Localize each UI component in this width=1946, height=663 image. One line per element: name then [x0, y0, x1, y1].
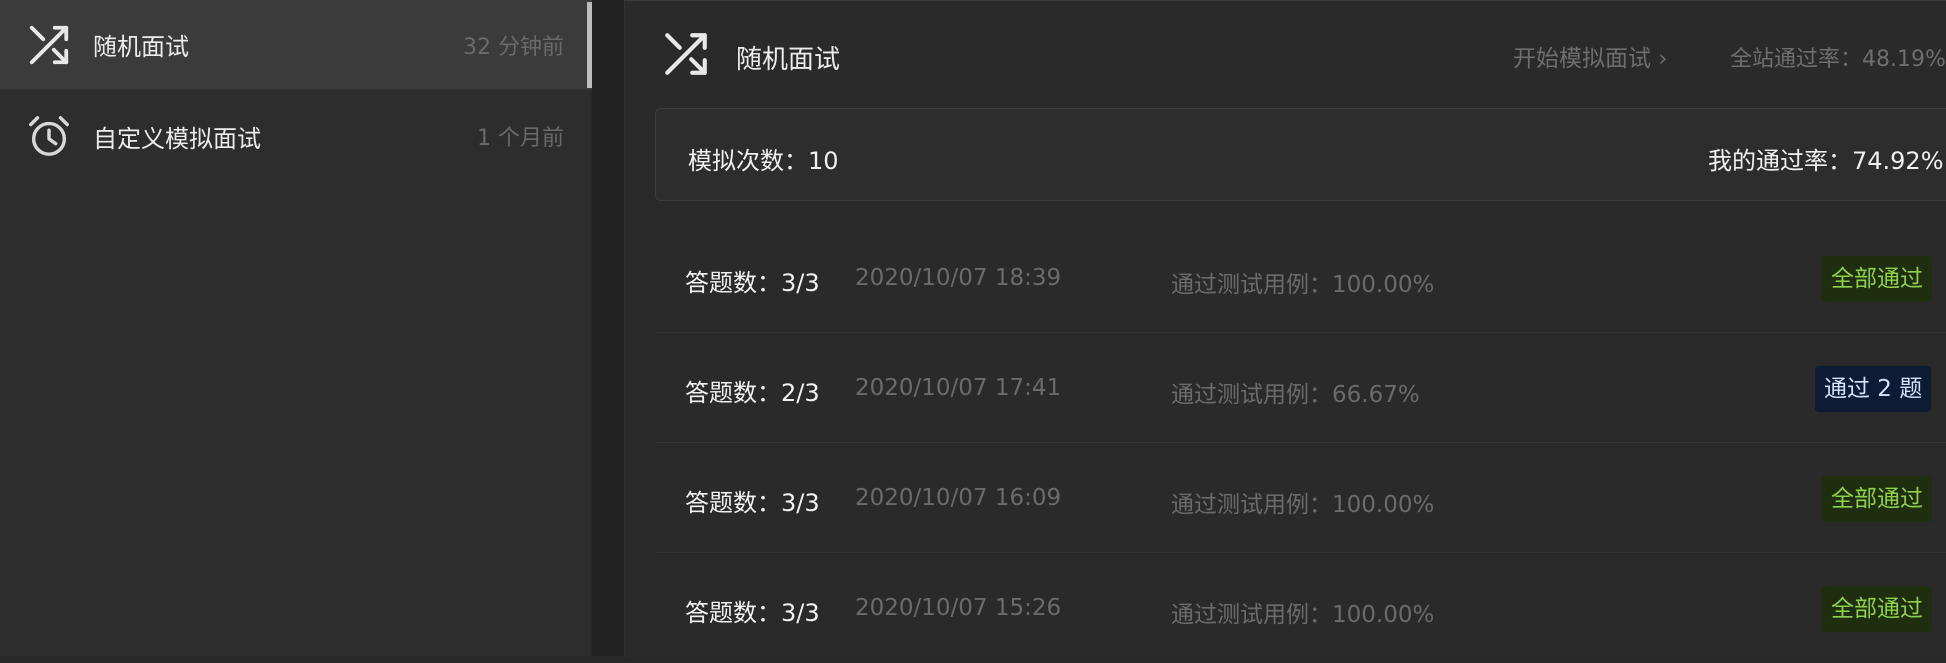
status-badge: 通过 2 题 [1815, 366, 1932, 412]
test-case-pass-rate: 通过测试用例：66.67% [1171, 382, 1420, 408]
shuffle-icon [661, 29, 711, 79]
site-pass-rate: 全站通过率：48.19% [1730, 47, 1946, 72]
panel-divider [592, 0, 624, 656]
sidebar-item-time: 32 分钟前 [463, 34, 564, 60]
main-panel: 随机面试 开始模拟面试 › 全站通过率：48.19% 模拟次数：10 我的通过率… [624, 0, 1946, 657]
test-case-pass-rate: 通过测试用例：100.00% [1171, 272, 1435, 298]
status-badge: 全部通过 [1822, 586, 1932, 632]
record-row[interactable]: 答题数：3/3 2020/10/07 15:26 通过测试用例：100.00% … [655, 553, 1946, 663]
record-row[interactable]: 答题数：3/3 2020/10/07 16:09 通过测试用例：100.00% … [655, 443, 1946, 553]
sidebar-item-label: 随机面试 [93, 33, 189, 61]
sidebar-item-time: 1 个月前 [477, 126, 564, 151]
stats-summary: 模拟次数：10 我的通过率：74.92% [655, 108, 1946, 201]
record-row[interactable]: 答题数：3/3 2020/10/07 18:39 通过测试用例：100.00% … [655, 223, 1946, 333]
start-mock-interview-link[interactable]: 开始模拟面试 › [1513, 39, 1668, 73]
answer-count: 答题数：3/3 [685, 599, 820, 627]
status-badge: 全部通过 [1822, 476, 1932, 522]
sidebar: 随机面试 32 分钟前 自定义模拟面试 1 个月前 [0, 0, 592, 656]
shuffle-icon [26, 22, 72, 68]
mock-count: 模拟次数：10 [688, 147, 839, 175]
record-row[interactable]: 答题数：2/3 2020/10/07 17:41 通过测试用例：66.67% 通… [655, 333, 1946, 443]
record-datetime: 2020/10/07 18:39 [855, 265, 1062, 291]
alarm-clock-icon [26, 113, 72, 159]
record-datetime: 2020/10/07 15:26 [855, 595, 1062, 621]
page-title: 随机面试 [736, 45, 841, 75]
sidebar-item-label: 自定义模拟面试 [93, 124, 261, 153]
record-datetime: 2020/10/07 17:41 [855, 375, 1062, 401]
panel-header: 随机面试 开始模拟面试 › 全站通过率：48.19% [625, 1, 1946, 107]
record-datetime: 2020/10/07 16:09 [855, 485, 1062, 511]
test-case-pass-rate: 通过测试用例：100.00% [1171, 492, 1435, 518]
status-badge: 全部通过 [1822, 256, 1932, 302]
answer-count: 答题数：3/3 [685, 489, 820, 517]
sidebar-item-random-interview[interactable]: 随机面试 32 分钟前 [0, 0, 592, 90]
my-pass-rate: 我的通过率：74.92% [1708, 147, 1944, 175]
test-case-pass-rate: 通过测试用例：100.00% [1171, 602, 1435, 628]
sidebar-item-custom-interview[interactable]: 自定义模拟面试 1 个月前 [0, 91, 592, 181]
answer-count: 答题数：3/3 [685, 269, 820, 297]
answer-count: 答题数：2/3 [685, 379, 820, 407]
